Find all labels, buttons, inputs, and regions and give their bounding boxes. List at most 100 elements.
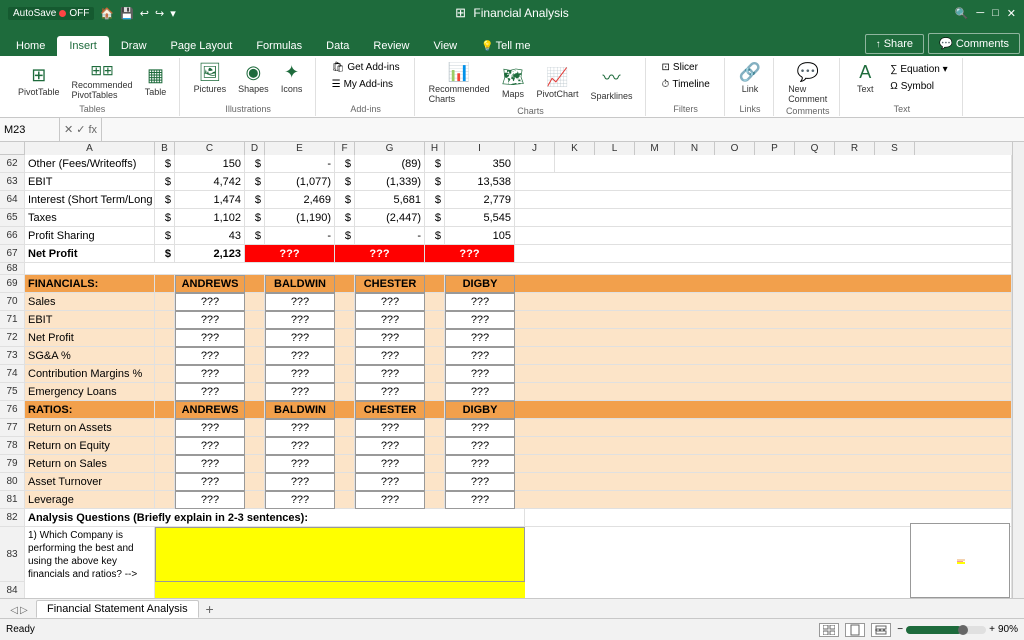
tab-tell-me[interactable]: 💡Tell me <box>469 36 542 56</box>
cell-e65[interactable]: (1,190) <box>265 209 335 227</box>
col-header-e[interactable]: E <box>265 142 335 155</box>
cell-c-fin-73[interactable]: ??? <box>175 347 245 365</box>
cell-a-rat-81[interactable]: Leverage <box>25 491 155 509</box>
cell-e-rat-78[interactable]: ??? <box>265 437 335 455</box>
cell-a69[interactable]: FINANCIALS: <box>25 275 155 293</box>
col-header-s[interactable]: S <box>875 142 915 155</box>
formula-insert[interactable]: fx <box>88 124 97 136</box>
cell-i62[interactable]: 350 <box>445 155 515 173</box>
cell-e-fin-74[interactable]: ??? <box>265 365 335 383</box>
cell-e-fin-71[interactable]: ??? <box>265 311 335 329</box>
grid-container[interactable]: A B C D E F G H I J K L M N O P Q R S <box>0 142 1012 598</box>
cell-g63[interactable]: (1,339) <box>355 173 425 191</box>
zoom-level[interactable]: 90% <box>998 624 1018 635</box>
share-button[interactable]: ↑ Share <box>865 34 924 54</box>
cell-f65[interactable]: $ <box>335 209 355 227</box>
cell-c-rat-80[interactable]: ??? <box>175 473 245 491</box>
add-sheet-button[interactable]: + <box>201 600 219 618</box>
cell-b67[interactable]: $ <box>155 245 175 263</box>
cell-i-rat-81[interactable]: ??? <box>445 491 515 509</box>
sheet-tab-financial-statement-analysis[interactable]: Financial Statement Analysis <box>36 600 199 618</box>
cell-i64[interactable]: 2,779 <box>445 191 515 209</box>
quick-access-home[interactable]: 🏠 <box>100 7 114 20</box>
cell-c-fin-70[interactable]: ??? <box>175 293 245 311</box>
shapes-button[interactable]: ◉ Shapes <box>234 60 273 96</box>
cell-c-rat-78[interactable]: ??? <box>175 437 245 455</box>
cell-g64[interactable]: 5,681 <box>355 191 425 209</box>
cell-g66[interactable]: - <box>355 227 425 245</box>
quick-access-redo[interactable]: ↪ <box>155 7 164 20</box>
col-header-m[interactable]: M <box>635 142 675 155</box>
cell-c-fin-74[interactable]: ??? <box>175 365 245 383</box>
cell-i-rat-78[interactable]: ??? <box>445 437 515 455</box>
cell-g62[interactable]: (89) <box>355 155 425 173</box>
cell-c62[interactable]: 150 <box>175 155 245 173</box>
col-header-g[interactable]: G <box>355 142 425 155</box>
cell-d65[interactable]: $ <box>245 209 265 227</box>
col-header-j[interactable]: J <box>515 142 555 155</box>
cell-h63[interactable]: $ <box>425 173 445 191</box>
cell-h64[interactable]: $ <box>425 191 445 209</box>
cell-c-rat-77[interactable]: ??? <box>175 419 245 437</box>
cell-d67-e67[interactable]: ??? <box>245 245 335 263</box>
cell-c67[interactable]: 2,123 <box>175 245 245 263</box>
pivotchart-button[interactable]: 📈 PivotChart <box>532 65 582 101</box>
timeline-button[interactable]: ⏱Timeline <box>656 77 716 92</box>
cell-i63[interactable]: 13,538 <box>445 173 515 191</box>
quick-access-dropdown[interactable]: ▾ <box>170 7 176 20</box>
cell-d63[interactable]: $ <box>245 173 265 191</box>
cell-b63[interactable]: $ <box>155 173 175 191</box>
cell-c-fin-72[interactable]: ??? <box>175 329 245 347</box>
sheet-scroll-left[interactable]: ◁ <box>10 605 18 616</box>
col-header-p[interactable]: P <box>755 142 795 155</box>
cell-h62[interactable]: $ <box>425 155 445 173</box>
cell-a65[interactable]: Taxes <box>25 209 155 227</box>
cell-a-rat-77[interactable]: Return on Assets <box>25 419 155 437</box>
col-header-f[interactable]: F <box>335 142 355 155</box>
cell-g-fin-73[interactable]: ??? <box>355 347 425 365</box>
cell-e-rat-79[interactable]: ??? <box>265 455 335 473</box>
text-button[interactable]: A Text <box>850 60 880 96</box>
cell-g-fin-72[interactable]: ??? <box>355 329 425 347</box>
cell-g-fin-74[interactable]: ??? <box>355 365 425 383</box>
cell-f66[interactable]: $ <box>335 227 355 245</box>
cell-i-rat-77[interactable]: ??? <box>445 419 515 437</box>
cell-g-rat-80[interactable]: ??? <box>355 473 425 491</box>
cell-a64[interactable]: Interest (Short Term/Long Term) <box>25 191 155 209</box>
my-addins-button[interactable]: ☰My Add-ins <box>326 77 399 92</box>
cell-g-rat-78[interactable]: ??? <box>355 437 425 455</box>
cell-i-fin-74[interactable]: ??? <box>445 365 515 383</box>
cell-e63[interactable]: (1,077) <box>265 173 335 191</box>
col-header-d[interactable]: D <box>245 142 265 155</box>
cell-a-fin-72[interactable]: Net Profit <box>25 329 155 347</box>
link-button[interactable]: 🔗 Link <box>735 60 765 96</box>
cell-e-rat-81[interactable]: ??? <box>265 491 335 509</box>
tab-review[interactable]: Review <box>361 36 421 56</box>
cell-a-rat-80[interactable]: Asset Turnover <box>25 473 155 491</box>
quick-access-save[interactable]: 💾 <box>120 7 134 20</box>
cell-a-fin-71[interactable]: EBIT <box>25 311 155 329</box>
col-header-b[interactable]: B <box>155 142 175 155</box>
col-header-a[interactable]: A <box>25 142 155 155</box>
zoom-in-button[interactable]: + <box>989 624 995 635</box>
vertical-scrollbar[interactable] <box>1012 142 1024 598</box>
cell-a66[interactable]: Profit Sharing <box>25 227 155 245</box>
close-button[interactable]: ✕ <box>1007 7 1016 20</box>
maximize-button[interactable]: □ <box>992 7 999 19</box>
tab-draw[interactable]: Draw <box>109 36 159 56</box>
col-header-n[interactable]: N <box>675 142 715 155</box>
cell-f67-g67[interactable]: ??? <box>335 245 425 263</box>
cell-e66[interactable]: - <box>265 227 335 245</box>
cell-i-fin-71[interactable]: ??? <box>445 311 515 329</box>
tab-insert[interactable]: Insert <box>57 36 109 56</box>
cell-a-fin-74[interactable]: Contribution Margins % <box>25 365 155 383</box>
zoom-out-button[interactable]: − <box>897 624 903 635</box>
sheet-scroll-right[interactable]: ▷ <box>20 605 28 616</box>
cell-c64[interactable]: 1,474 <box>175 191 245 209</box>
cell-a63[interactable]: EBIT <box>25 173 155 191</box>
cell-g-rat-77[interactable]: ??? <box>355 419 425 437</box>
cell-g65[interactable]: (2,447) <box>355 209 425 227</box>
table-button[interactable]: ▦ Table <box>141 63 171 99</box>
tab-formulas[interactable]: Formulas <box>244 36 314 56</box>
cell-c-fin-71[interactable]: ??? <box>175 311 245 329</box>
